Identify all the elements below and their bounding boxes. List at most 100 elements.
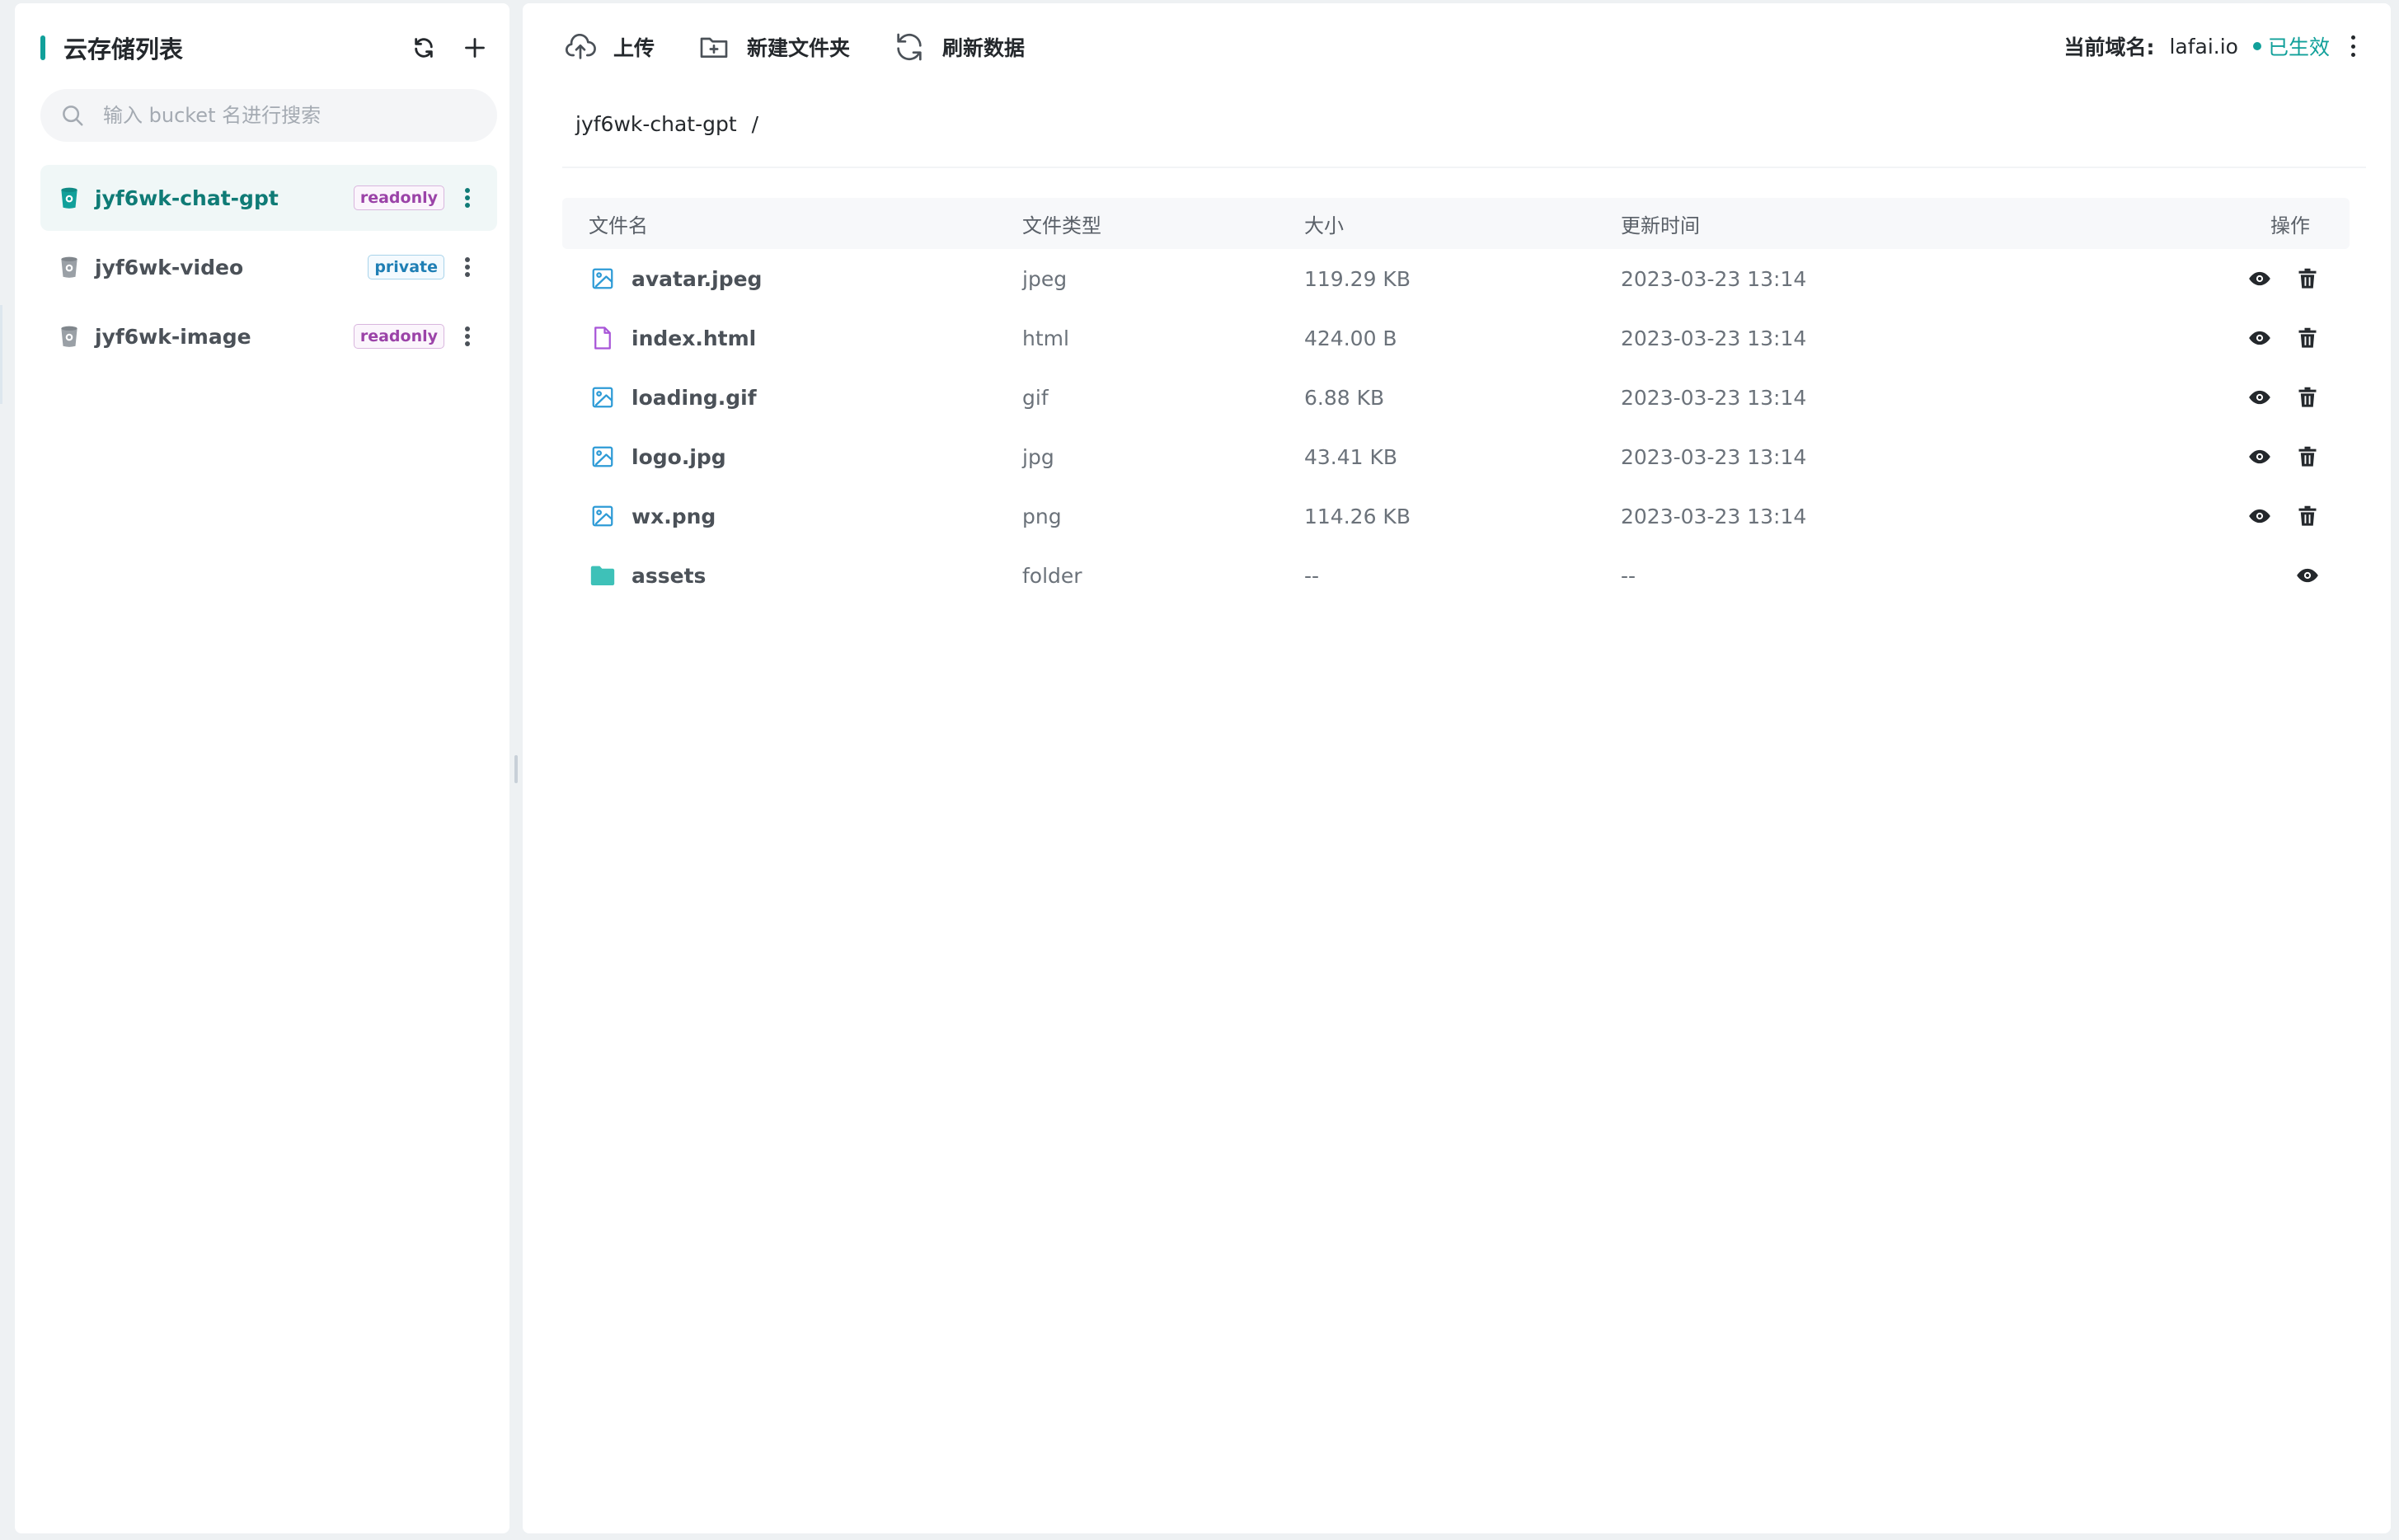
- add-bucket-button[interactable]: [462, 35, 488, 61]
- view-button[interactable]: [2295, 563, 2320, 588]
- view-button[interactable]: [2247, 504, 2272, 528]
- file-name: assets: [631, 563, 707, 588]
- file-name-cell[interactable]: assets: [589, 546, 706, 605]
- bucket-search-input[interactable]: [103, 104, 466, 127]
- bucket-item-jyf6wk-chat-gpt[interactable]: jyf6wk-chat-gpt readonly: [40, 165, 497, 231]
- file-type: jpeg: [1022, 266, 1068, 291]
- bucket-icon: [61, 256, 77, 278]
- bucket-item-jyf6wk-video[interactable]: jyf6wk-video private: [40, 234, 497, 300]
- table-header: 文件名 文件类型 大小 更新时间 操作: [562, 198, 2350, 249]
- file-name: loading.gif: [631, 385, 757, 410]
- file-name-cell[interactable]: loading.gif: [590, 368, 757, 427]
- file-type: folder: [1022, 563, 1082, 588]
- table-row: loading.gif gif 6.88 KB 2023-03-23 13:14: [562, 368, 2350, 427]
- refresh-icon: [897, 33, 922, 61]
- image-icon: [592, 446, 613, 467]
- view-button[interactable]: [2247, 266, 2272, 291]
- file-icon: [594, 326, 611, 350]
- window-edge-mark: [0, 305, 2, 404]
- bucket-item-jyf6wk-image[interactable]: jyf6wk-image readonly: [40, 303, 497, 369]
- trash-icon: [2298, 505, 2317, 526]
- file-table: 文件名 文件类型 大小 更新时间 操作 avatar.jpeg jpeg 119…: [562, 198, 2350, 605]
- refresh-data-label: 刷新数据: [942, 36, 1026, 60]
- divider: [562, 167, 2366, 168]
- more-options-icon[interactable]: [462, 185, 472, 211]
- file-updated: 2023-03-23 13:14: [1621, 385, 1807, 410]
- eye-icon: [2297, 568, 2318, 583]
- delete-button[interactable]: [2295, 504, 2320, 528]
- file-updated: 2023-03-23 13:14: [1621, 444, 1807, 469]
- bucket-name: jyf6wk-video: [95, 255, 244, 279]
- upload-button[interactable]: 上传: [564, 31, 655, 63]
- file-name: index.html: [631, 326, 757, 350]
- toolbar: 上传 新建文件夹 刷新数据: [564, 26, 1068, 68]
- bucket-policy-badge: readonly: [353, 185, 444, 210]
- row-actions: [2247, 249, 2320, 308]
- file-type: jpg: [1022, 444, 1054, 469]
- refresh-buckets-button[interactable]: [411, 35, 437, 61]
- domain-status: 已生效: [2267, 35, 2330, 59]
- bucket-policy-badge: readonly: [353, 324, 444, 349]
- view-button[interactable]: [2247, 385, 2272, 410]
- row-actions: [2295, 546, 2320, 605]
- file-type: png: [1022, 504, 1062, 528]
- file-name-cell[interactable]: avatar.jpeg: [590, 249, 762, 308]
- sidebar-title: 云存储列表: [63, 35, 184, 63]
- file-updated: 2023-03-23 13:14: [1621, 504, 1807, 528]
- file-size: 6.88 KB: [1304, 385, 1385, 410]
- more-options-icon[interactable]: [462, 254, 472, 280]
- file-name-cell[interactable]: wx.png: [590, 486, 716, 546]
- trash-icon: [2298, 446, 2317, 467]
- column-header-type: 文件类型: [1022, 214, 1101, 237]
- delete-button[interactable]: [2295, 444, 2320, 469]
- column-header-size: 大小: [1304, 214, 1344, 237]
- panel-resize-handle[interactable]: [514, 755, 518, 783]
- column-header-name: 文件名: [589, 214, 648, 237]
- domain-info: 当前域名: lafai.io 已生效: [2063, 31, 2356, 61]
- file-name: wx.png: [631, 504, 716, 528]
- upload-label: 上传: [613, 36, 655, 60]
- image-icon: [592, 505, 613, 527]
- app-window: 云存储列表 输入 bucket 名进行搜索 jyf6wk-chat-gpt re…: [0, 0, 2399, 1540]
- table-row: assets folder -- --: [562, 546, 2350, 605]
- file-size: 424.00 B: [1304, 326, 1397, 350]
- domain-more-icon[interactable]: [2350, 35, 2356, 57]
- refresh-data-button[interactable]: 刷新数据: [893, 31, 1025, 63]
- sidebar-actions: [411, 35, 488, 61]
- file-size: 114.26 KB: [1304, 504, 1411, 528]
- eye-icon: [2249, 271, 2270, 286]
- delete-button[interactable]: [2295, 385, 2320, 410]
- cloud-upload-icon: [565, 33, 596, 59]
- more-options-icon[interactable]: [462, 323, 472, 350]
- file-type: gif: [1022, 385, 1049, 410]
- file-name-cell[interactable]: index.html: [590, 308, 756, 368]
- bucket-icon: [61, 326, 77, 347]
- row-actions: [2247, 308, 2320, 368]
- delete-button[interactable]: [2295, 266, 2320, 291]
- new-folder-button[interactable]: 新建文件夹: [697, 31, 850, 63]
- delete-button[interactable]: [2295, 326, 2320, 350]
- file-name: avatar.jpeg: [631, 266, 763, 291]
- file-name: logo.jpg: [631, 444, 726, 469]
- breadcrumb-bucket[interactable]: jyf6wk-chat-gpt: [575, 112, 737, 136]
- column-header-actions: 操作: [2270, 214, 2310, 237]
- bucket-icon: [61, 187, 77, 209]
- new-folder-label: 新建文件夹: [747, 36, 851, 60]
- eye-icon: [2249, 509, 2270, 524]
- file-name-cell[interactable]: logo.jpg: [590, 427, 726, 486]
- refresh-icon: [415, 38, 433, 58]
- eye-icon: [2249, 331, 2270, 345]
- file-size: 119.29 KB: [1304, 266, 1411, 291]
- file-size: --: [1304, 563, 1320, 588]
- bucket-policy-badge: private: [368, 255, 444, 279]
- table-row: index.html html 424.00 B 2023-03-23 13:1…: [562, 308, 2350, 368]
- bucket-search: [40, 89, 497, 142]
- file-browser-panel: 上传 新建文件夹 刷新数据 当前域名: lafai.io 已生效 jyf6wk-…: [523, 3, 2391, 1533]
- bucket-sidebar: 云存储列表 输入 bucket 名进行搜索 jyf6wk-chat-gpt re…: [15, 3, 509, 1533]
- column-header-updated: 更新时间: [1621, 214, 1700, 237]
- view-button[interactable]: [2247, 444, 2272, 469]
- folder-add-icon: [700, 37, 728, 58]
- view-button[interactable]: [2247, 326, 2272, 350]
- folder-icon: [590, 566, 615, 586]
- row-actions: [2247, 486, 2320, 546]
